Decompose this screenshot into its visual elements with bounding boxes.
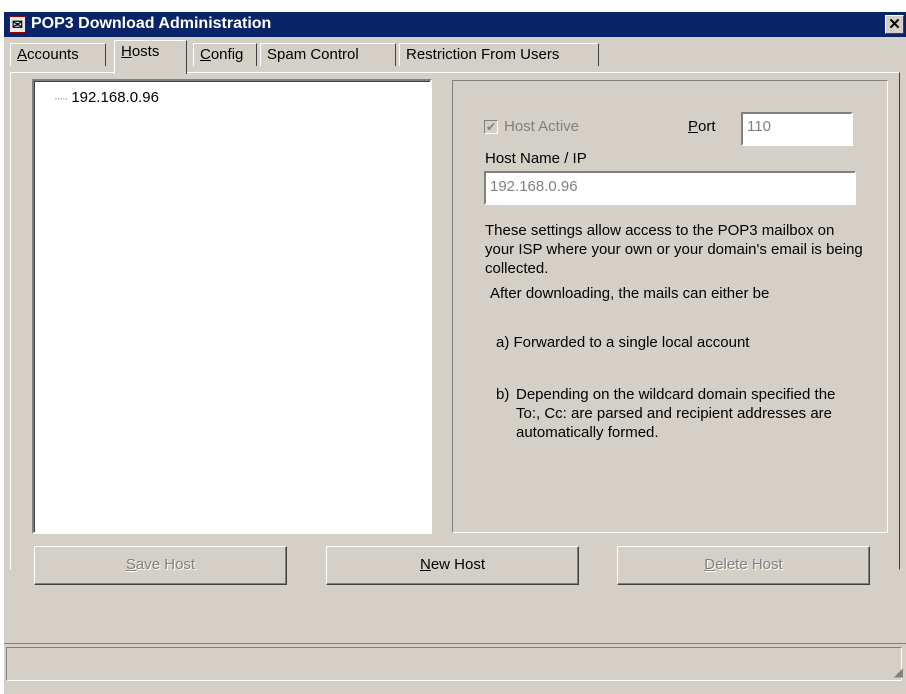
tab-restriction-from-users[interactable]: Restriction From Users: [399, 43, 599, 66]
port-label: Port: [688, 118, 716, 135]
tab-accounts[interactable]: Accounts: [10, 43, 106, 66]
host-active-label: Host Active: [504, 118, 580, 135]
status-pane: [6, 647, 902, 681]
tab-config[interactable]: Config: [193, 43, 257, 66]
title-bar[interactable]: ✉ POP3 Download Administration ✕: [4, 12, 906, 37]
tab-hosts[interactable]: Hosts: [114, 40, 187, 74]
delete-label: elete Host: [715, 556, 783, 573]
tab-spam-control[interactable]: Spam Control: [260, 43, 396, 66]
delete-host-button[interactable]: Delete Host: [617, 546, 870, 585]
tab-accounts-label: ccounts: [27, 46, 79, 63]
after-downloading-text: After downloading, the mails can either …: [490, 285, 770, 302]
tab-spam-control-label: Spam Control: [267, 46, 359, 63]
tree-item-host[interactable]: ····· 192.168.0.96: [54, 89, 159, 106]
tree-connector: ·····: [54, 93, 68, 105]
settings-description: These settings allow access to the POP3 …: [485, 222, 863, 277]
close-icon[interactable]: ✕: [885, 15, 904, 34]
new-mnemonic: N: [419, 556, 431, 573]
port-label-text: ort: [698, 118, 716, 135]
save-host-button[interactable]: Save Host: [34, 546, 287, 585]
tab-hosts-mnemonic: H: [121, 43, 132, 60]
tab-accounts-mnemonic: A: [17, 46, 28, 63]
checkmark-icon: ✔: [484, 120, 498, 134]
option-b: b) Depending on the wildcard domain spec…: [496, 385, 856, 442]
port-field[interactable]: 110: [741, 112, 853, 146]
tab-hosts-label: osts: [131, 43, 160, 60]
port-label-mnemonic: P: [688, 118, 699, 135]
save-mnemonic: S: [125, 556, 136, 573]
tab-restriction-label: Restriction From Users: [406, 46, 560, 63]
resize-grip-icon[interactable]: ◢: [894, 665, 903, 679]
tab-config-mnemonic: C: [200, 46, 211, 63]
delete-mnemonic: D: [704, 556, 716, 573]
new-label: ew Host: [430, 556, 486, 573]
pop3-app-icon: ✉: [9, 16, 26, 33]
window-title: POP3 Download Administration: [31, 15, 272, 32]
hostname-field[interactable]: 192.168.0.96: [484, 171, 856, 205]
option-b-text: Depending on the wildcard domain specifi…: [516, 386, 836, 441]
host-settings-group: [452, 80, 888, 533]
tree-item-label: 192.168.0.96: [71, 89, 159, 106]
status-bar: ◢: [4, 643, 906, 682]
option-b-letter: b): [496, 386, 510, 403]
option-a-text: a) Forwarded to a single local account: [496, 334, 750, 351]
tab-config-label: onfig: [210, 46, 244, 63]
hostname-label: Host Name / IP: [485, 150, 587, 167]
host-tree-list[interactable]: ····· 192.168.0.96: [32, 79, 432, 534]
save-label: ave Host: [135, 556, 196, 573]
new-host-button[interactable]: New Host: [326, 546, 579, 585]
